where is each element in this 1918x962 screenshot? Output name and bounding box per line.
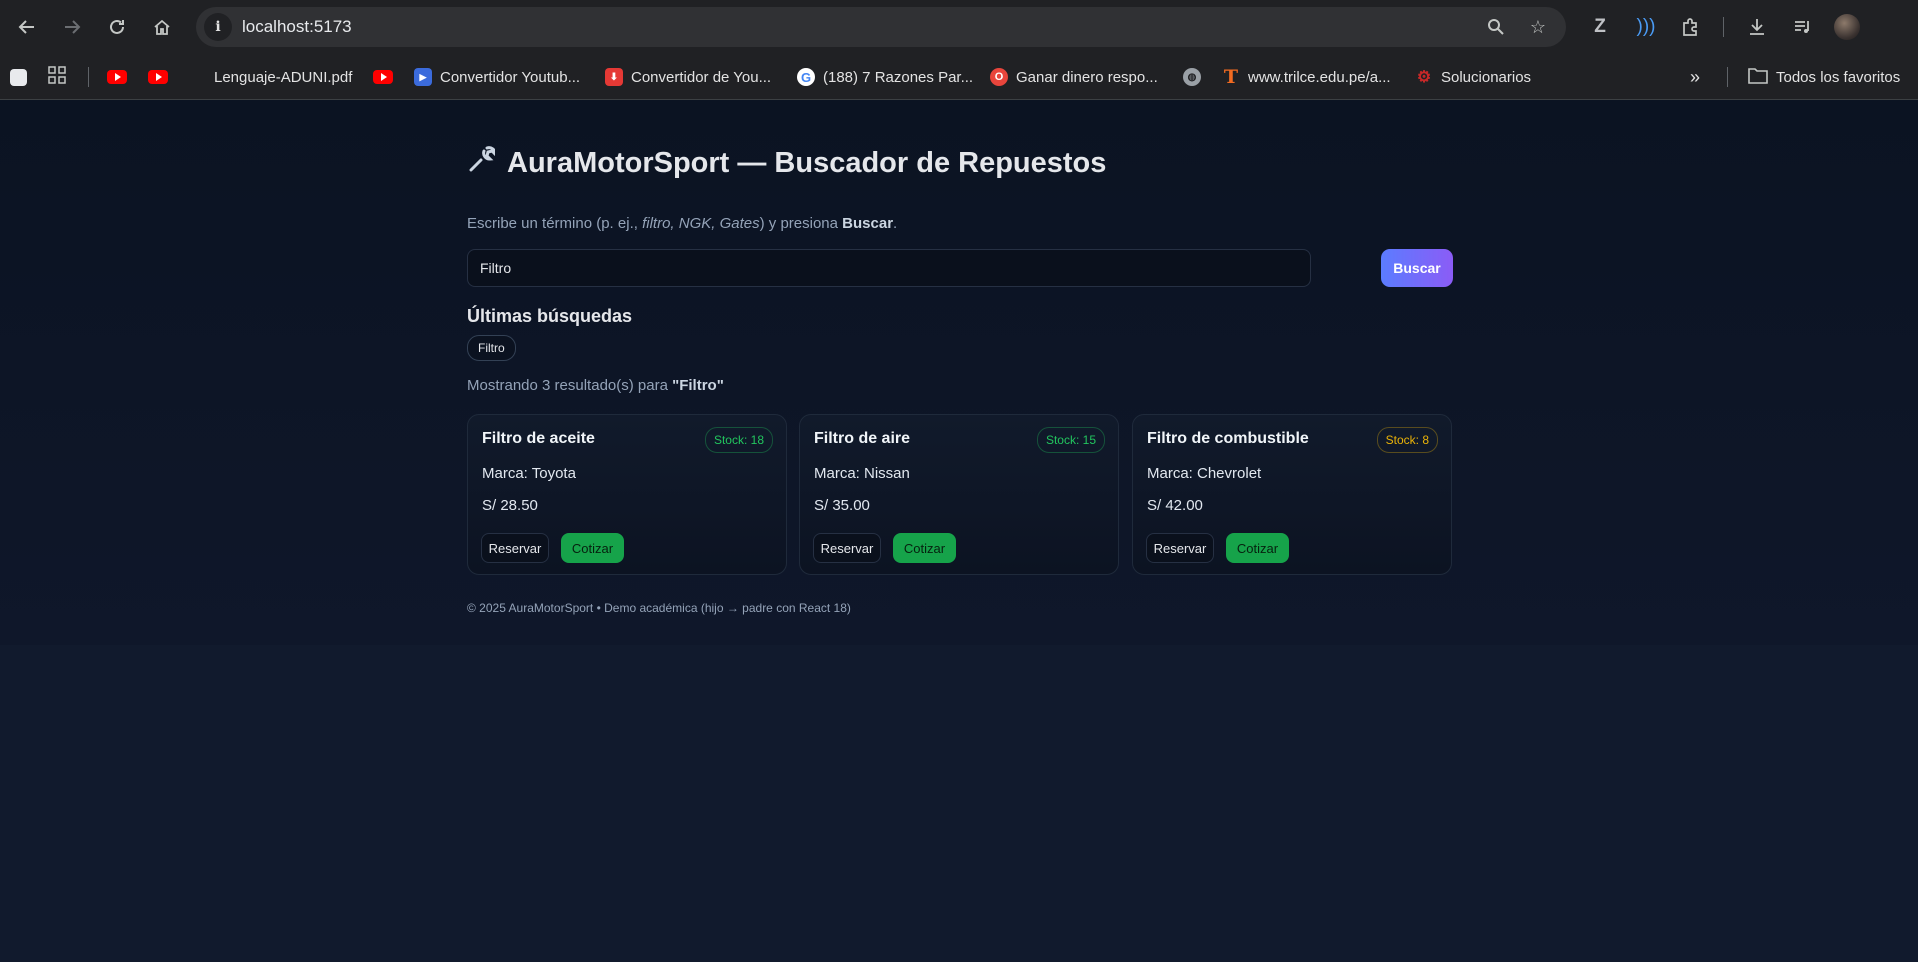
apps-grid-icon (48, 66, 66, 88)
back-arrow-icon[interactable] (12, 12, 42, 42)
bookmark-ganar-dinero[interactable]: O Ganar dinero respo... (990, 63, 1158, 91)
read-aloud-extension-icon[interactable]: ))) (1632, 13, 1660, 41)
bookmarks-divider (88, 67, 89, 87)
search-button[interactable]: Buscar (1381, 249, 1453, 287)
product-card: Filtro de aire Stock: 15 Marca: Nissan S… (799, 414, 1119, 575)
product-brand: Marca: Chevrolet (1147, 465, 1262, 482)
forward-arrow-icon[interactable] (57, 12, 87, 42)
product-name: Filtro de aceite (482, 430, 595, 447)
download-arrow-icon: ⬇ (605, 68, 623, 86)
download-icon[interactable] (1743, 13, 1771, 41)
hint-prefix: Escribe un término (p. ej., (467, 215, 643, 232)
reserve-button[interactable]: Reservar (813, 533, 881, 563)
stock-badge: Stock: 15 (1036, 427, 1105, 453)
bookmark-convertidor-de-you[interactable]: ⬇ Convertidor de You... (605, 63, 771, 91)
wrench-icon (467, 146, 497, 181)
home-icon[interactable] (147, 12, 177, 42)
quote-button[interactable]: Cotizar (1226, 533, 1289, 563)
product-price: S/ 42.00 (1147, 497, 1203, 514)
blank-page-icon (10, 68, 27, 86)
address-url: localhost:5173 (242, 17, 352, 36)
bookmark-lenguaje-aduni[interactable]: Lenguaje-ADUNI.pdf (214, 63, 352, 91)
hint-middle: ) y presiona (759, 215, 843, 232)
bookmark-youtube-3[interactable] (373, 63, 393, 91)
toolbar-divider (1723, 17, 1724, 37)
bookmark-solucionarios[interactable]: ⚙ Solucionarios (1415, 63, 1531, 91)
address-bar[interactable]: i localhost:5173 ☆ (196, 7, 1566, 47)
page-footer: © 2025 AuraMotorSport • Demo académica (… (467, 601, 851, 615)
bookmark-youtube-2[interactable] (148, 63, 168, 91)
bookmark-label: (188) 7 Razones Par... (823, 68, 974, 86)
product-price: S/ 28.50 (482, 497, 538, 514)
recent-search-chip[interactable]: Filtro (467, 335, 516, 361)
bookmark-label: Convertidor de You... (631, 68, 772, 86)
product-price: S/ 35.00 (814, 497, 870, 514)
trilce-icon: T (1223, 66, 1239, 88)
product-brand: Marca: Nissan (814, 465, 910, 482)
app-page: AuraMotorSport — Buscador de Repuestos E… (0, 100, 1918, 645)
browser-toolbar: i localhost:5173 ☆ Z ))) (0, 0, 1918, 54)
bookmark-label: Convertidor Youtub... (440, 68, 581, 86)
reserve-button[interactable]: Reservar (481, 533, 549, 563)
stock-badge: Stock: 8 (1376, 427, 1438, 453)
hint-examples: filtro, NGK, Gates (642, 215, 760, 232)
reload-icon[interactable] (102, 12, 132, 42)
bookmarks-bar: Lenguaje-ADUNI.pdf ▶ Convertidor Youtub.… (0, 54, 1918, 100)
converter-icon: ▶ (414, 68, 432, 86)
title-text: AuraMotorSport — Buscador de Repuestos (507, 147, 1107, 179)
product-name: Filtro de aire (814, 430, 911, 447)
globe-icon: ◍ (1183, 68, 1201, 86)
hint-suffix: . (893, 215, 898, 232)
bookmark-globe[interactable]: ◍ (1183, 63, 1201, 91)
product-card: Filtro de combustible Stock: 8 Marca: Ch… (1132, 414, 1452, 575)
folder-icon (1748, 67, 1768, 88)
opera-icon: O (990, 68, 1008, 86)
media-control-icon[interactable] (1789, 13, 1817, 41)
bookmark-label: Solucionarios (1441, 68, 1532, 86)
all-bookmarks-folder[interactable]: Todos los favoritos (1748, 63, 1900, 91)
quote-button[interactable]: Cotizar (561, 533, 624, 563)
recent-searches-heading: Últimas búsquedas (467, 306, 633, 326)
bookmark-apps[interactable] (48, 63, 66, 91)
profile-avatar[interactable] (1834, 14, 1860, 40)
zotero-extension-icon[interactable]: Z (1586, 13, 1614, 41)
google-icon: G (797, 68, 815, 86)
product-card: Filtro de aceite Stock: 18 Marca: Toyota… (467, 414, 787, 575)
bookmarks-overflow-button[interactable]: » (1690, 63, 1700, 91)
chevron-double-right-icon: » (1690, 66, 1701, 87)
bookmark-label: Lenguaje-ADUNI.pdf (214, 68, 353, 86)
bookmarks-divider (1727, 67, 1728, 87)
gear-icon: ⚙ (1416, 69, 1432, 86)
youtube-icon (373, 70, 393, 84)
quote-button[interactable]: Cotizar (893, 533, 956, 563)
results-count-prefix: Mostrando 3 resultado(s) para (467, 377, 673, 394)
star-icon[interactable]: ☆ (1526, 15, 1550, 39)
page-title: AuraMotorSport — Buscador de Repuestos (467, 146, 1106, 181)
bookmark-label: Ganar dinero respo... (1016, 68, 1158, 86)
youtube-icon (107, 70, 127, 84)
search-hint: Escribe un término (p. ej., filtro, NGK,… (467, 215, 897, 232)
bookmark-youtube-1[interactable] (107, 63, 127, 91)
bookmark-7-razones[interactable]: G (188) 7 Razones Par... (797, 63, 973, 91)
stock-badge: Stock: 18 (704, 427, 773, 453)
bookmark-blank[interactable] (10, 63, 27, 91)
hint-action: Buscar (842, 215, 894, 232)
results-query: "Filtro" (672, 377, 724, 394)
reserve-button[interactable]: Reservar (1146, 533, 1214, 563)
results-count: Mostrando 3 resultado(s) para "Filtro" (467, 377, 724, 394)
page-background (0, 645, 1918, 962)
bookmark-convertidor-youtube[interactable]: ▶ Convertidor Youtub... (414, 63, 580, 91)
bookmark-label: Todos los favoritos (1776, 68, 1901, 86)
extensions-puzzle-icon[interactable] (1677, 13, 1705, 41)
product-brand: Marca: Toyota (482, 465, 576, 482)
zoom-icon[interactable] (1484, 15, 1508, 39)
product-name: Filtro de combustible (1147, 430, 1309, 447)
youtube-icon (148, 70, 168, 84)
search-input[interactable] (467, 249, 1311, 287)
bookmark-label: www.trilce.edu.pe/a... (1248, 68, 1391, 86)
bookmark-trilce[interactable]: T www.trilce.edu.pe/a... (1222, 63, 1391, 91)
site-info-icon[interactable]: i (204, 13, 232, 41)
